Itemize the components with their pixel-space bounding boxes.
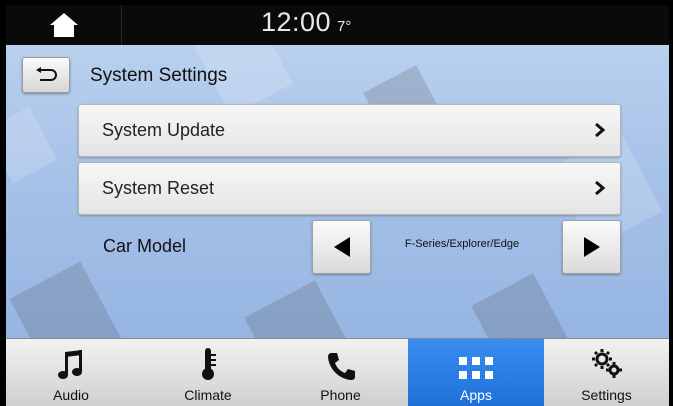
home-button[interactable]: [6, 5, 122, 45]
menu-item-label: System Update: [102, 120, 226, 140]
nav-climate[interactable]: Climate: [143, 339, 273, 406]
car-model-next-button[interactable]: [562, 220, 621, 274]
watermark: [9, 261, 123, 338]
system-reset-button[interactable]: System Reset: [78, 162, 621, 215]
car-model-prev-button[interactable]: [312, 220, 371, 274]
nav-settings[interactable]: Settings: [544, 339, 669, 406]
nav-label: Phone: [320, 387, 361, 403]
home-icon: [49, 13, 78, 37]
nav-label: Apps: [460, 387, 492, 403]
back-arrow-icon: [36, 67, 57, 81]
nav-label: Audio: [53, 387, 89, 403]
car-model-value: F-Series/Explorer/Edge: [404, 238, 520, 250]
music-note-icon: [58, 350, 82, 379]
grid-icon: [459, 357, 493, 379]
thermometer-icon: [202, 348, 216, 380]
system-update-button[interactable]: System Update: [78, 104, 621, 157]
car-model-label: Car Model: [103, 236, 187, 256]
status-bar: 12:00 7°: [6, 5, 669, 45]
watermark: [6, 106, 58, 184]
bottom-nav: Audio Climate Phone Apps Settings: [6, 338, 669, 406]
triangle-left-icon: [333, 237, 350, 257]
settings-panel: System Settings System Update System Res…: [6, 45, 669, 338]
nav-label: Settings: [581, 387, 632, 403]
gears-icon: [591, 349, 622, 378]
clock: 12:00: [261, 7, 332, 37]
nav-label: Climate: [184, 387, 232, 403]
nav-apps[interactable]: Apps: [408, 339, 544, 406]
nav-audio[interactable]: Audio: [6, 339, 136, 406]
outside-temperature: 7°: [337, 18, 352, 35]
infotainment-screen: 12:00 7° System Settings System Update S…: [0, 0, 673, 406]
watermark: [471, 273, 571, 338]
phone-icon: [327, 353, 355, 380]
menu-item-label: System Reset: [102, 178, 215, 198]
watermark: [244, 280, 348, 338]
nav-phone[interactable]: Phone: [273, 339, 408, 406]
chevron-right-icon: [595, 180, 606, 196]
back-button[interactable]: [22, 57, 70, 93]
page-title: System Settings: [90, 65, 228, 86]
triangle-right-icon: [583, 237, 600, 257]
chevron-right-icon: [595, 122, 606, 138]
